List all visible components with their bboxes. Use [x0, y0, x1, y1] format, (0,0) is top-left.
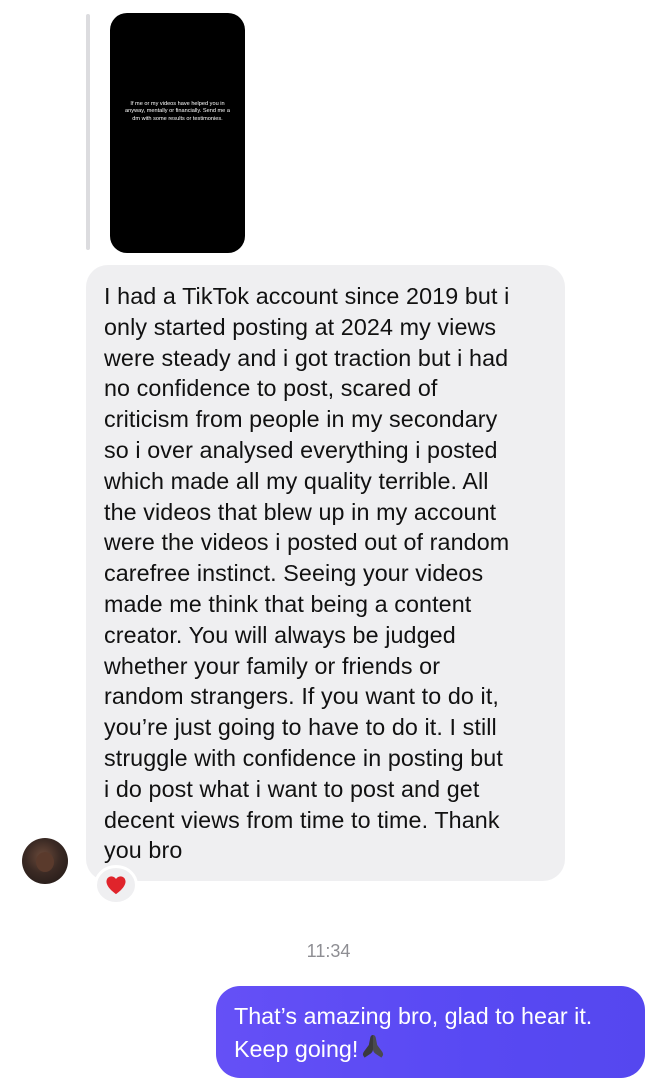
incoming-message-bubble[interactable]: I had a TikTok account since 2019 but i … [86, 265, 565, 881]
outgoing-message-text: That’s amazing bro, glad to hear it. Kee… [234, 1001, 627, 1068]
incoming-message-text: I had a TikTok account since 2019 but i … [104, 283, 510, 864]
outgoing-message-text-content: That’s amazing bro, glad to hear it. Kee… [234, 1003, 593, 1062]
story-text: If me or my videos have helped you in an… [125, 101, 230, 122]
folded-hands-icon [358, 1032, 388, 1068]
cutoff-previous-text: · · · · [110, 0, 310, 4]
outgoing-message-bubble[interactable]: That’s amazing bro, glad to hear it. Kee… [216, 986, 645, 1078]
story-reply-preview[interactable]: If me or my videos have helped you in an… [110, 13, 245, 253]
message-reaction[interactable] [94, 865, 138, 905]
message-timestamp: 11:34 [306, 941, 351, 961]
red-heart-icon [106, 876, 126, 895]
reply-indicator-bar [86, 14, 90, 250]
avatar-face [36, 852, 54, 872]
sender-avatar[interactable] [22, 838, 68, 884]
